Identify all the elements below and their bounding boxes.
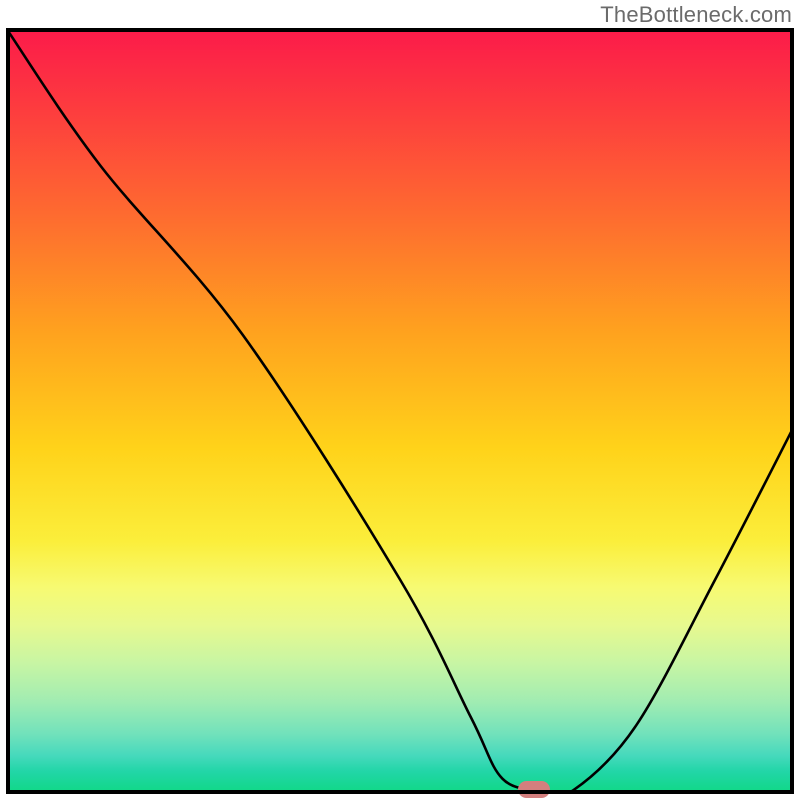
chart-container: TheBottleneck.com bbox=[0, 0, 800, 800]
chart-frame bbox=[6, 28, 794, 794]
bottleneck-curve bbox=[6, 28, 794, 794]
watermark-text: TheBottleneck.com bbox=[600, 2, 792, 28]
optimal-point-marker bbox=[518, 781, 550, 798]
